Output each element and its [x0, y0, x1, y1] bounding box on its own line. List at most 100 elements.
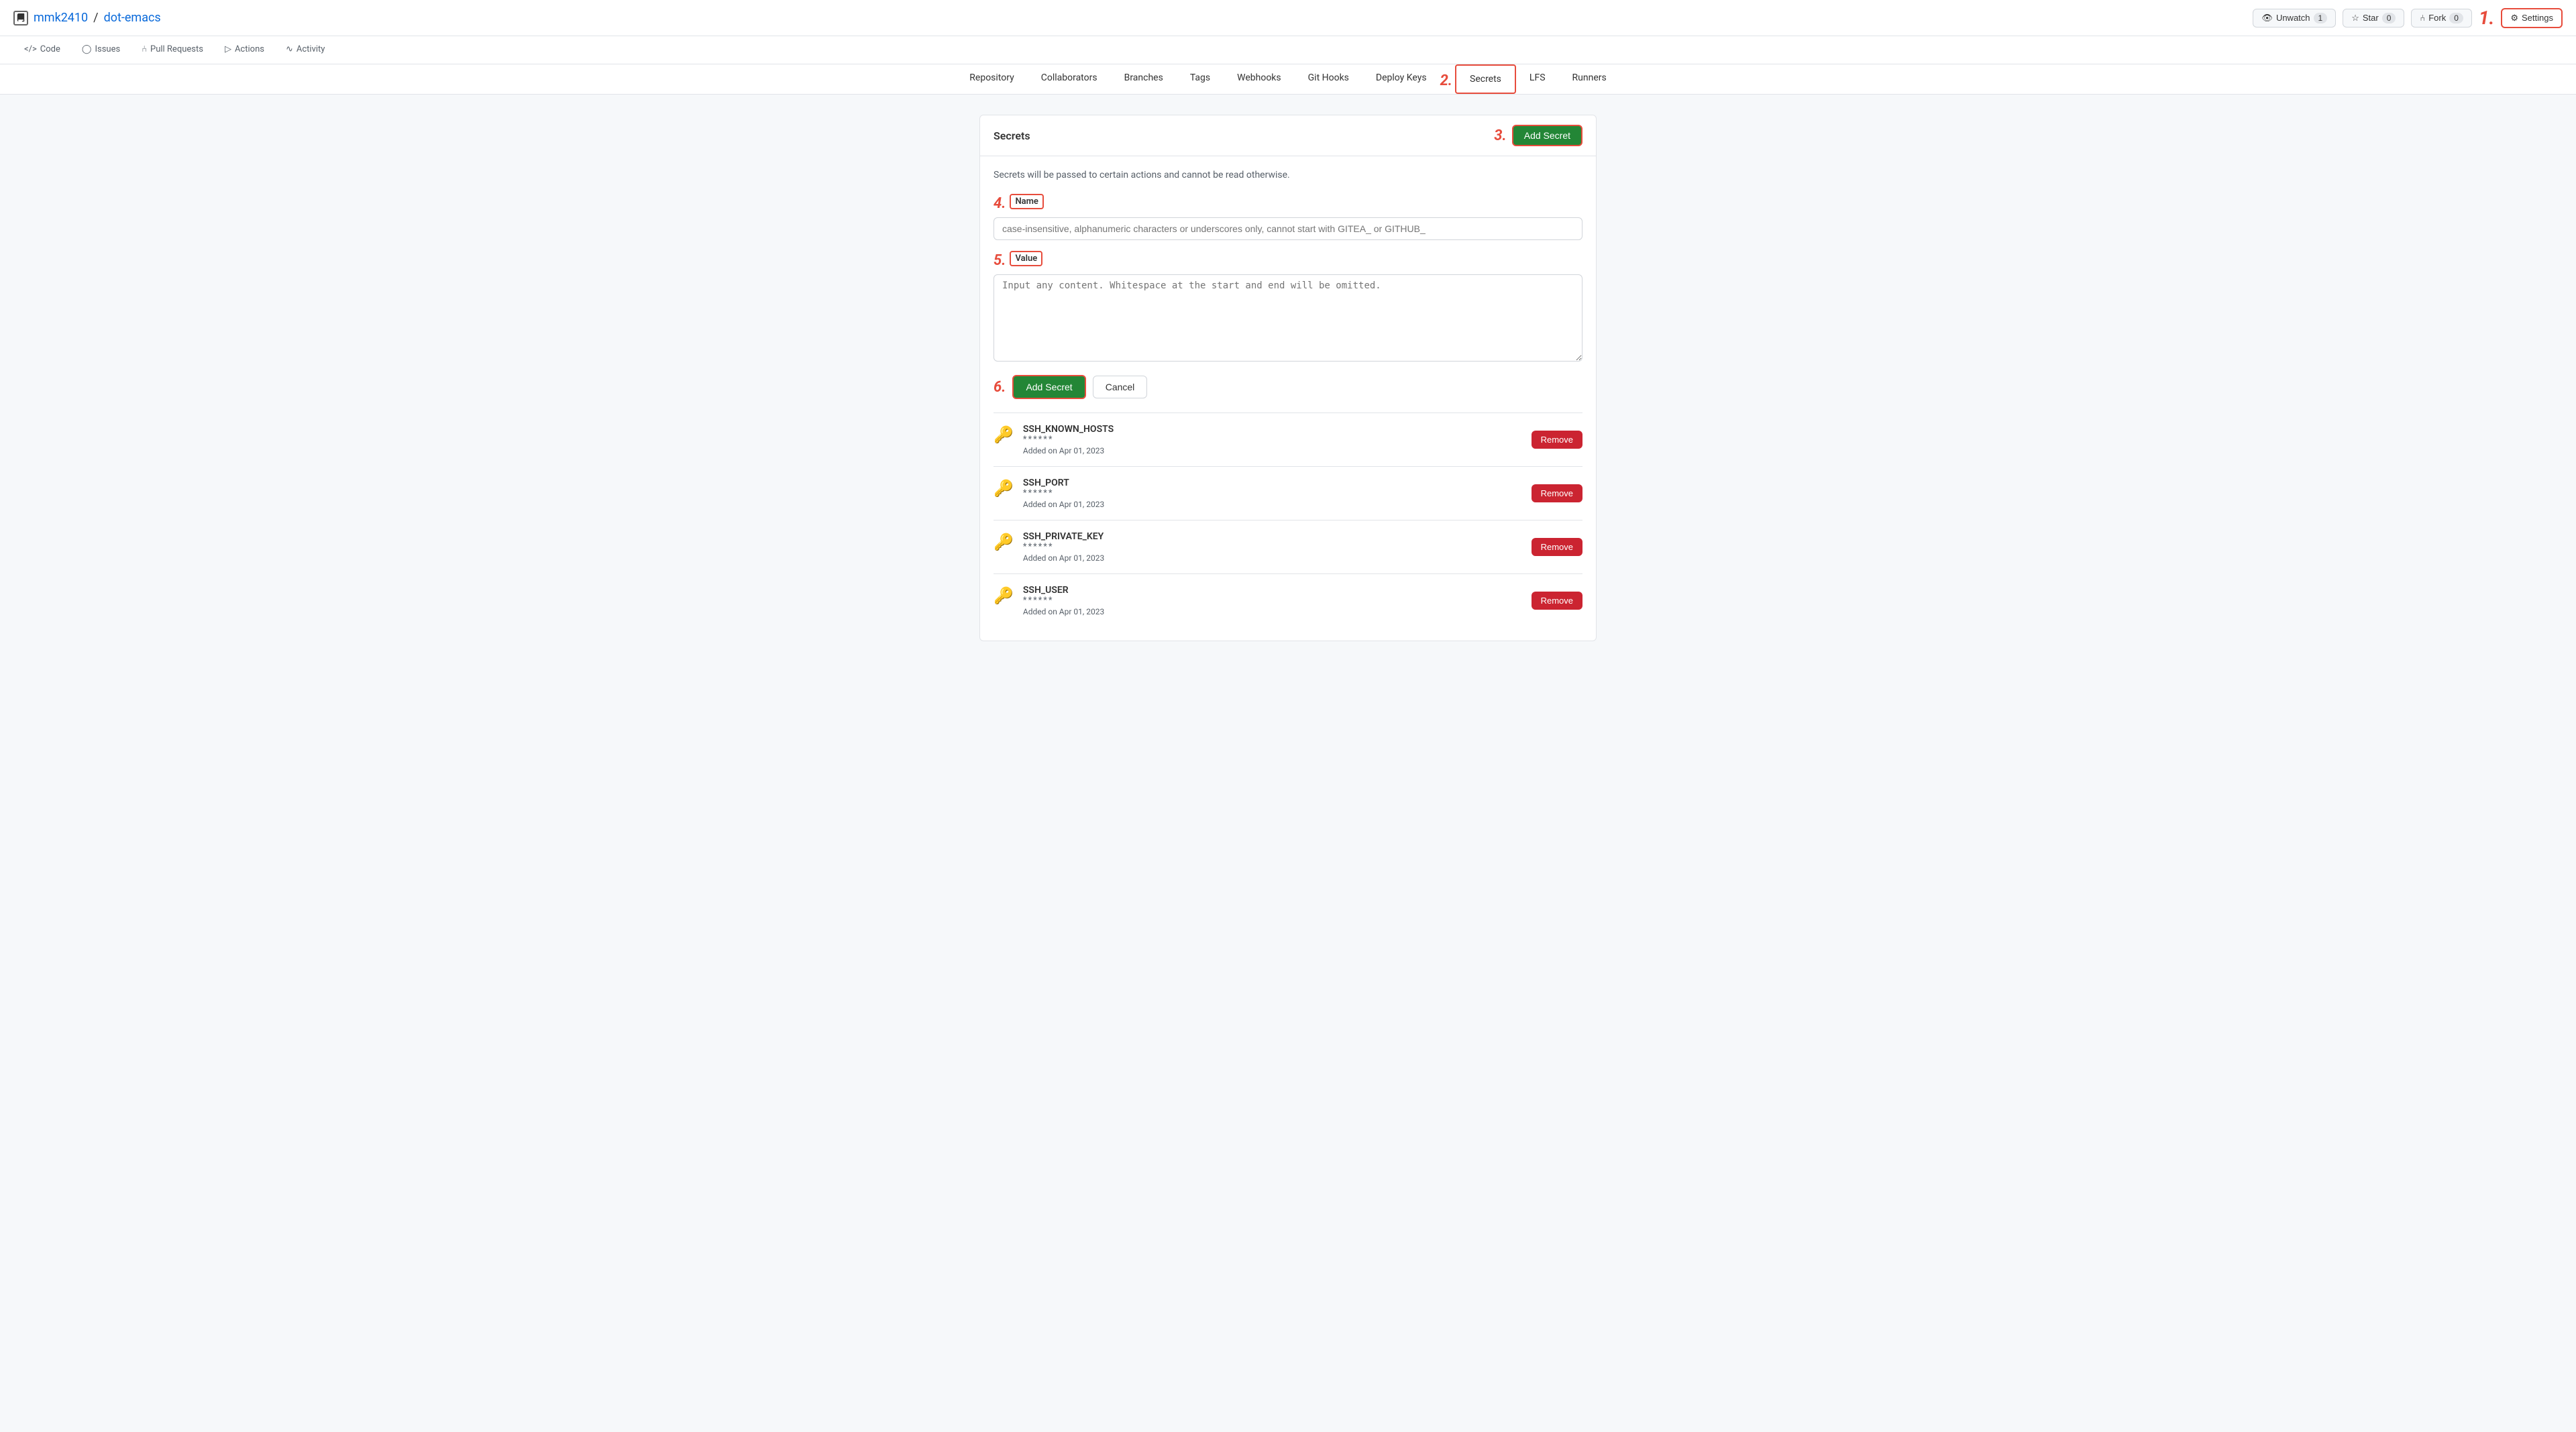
panel-body: Secrets will be passed to certain action…: [980, 156, 1596, 641]
repo-separator: /: [93, 11, 98, 25]
value-label: Value: [1010, 251, 1042, 266]
subnav-repository[interactable]: Repository: [956, 64, 1027, 94]
subnav-git-hooks[interactable]: Git Hooks: [1295, 64, 1362, 94]
annotation-2: 2.: [1440, 64, 1455, 94]
activity-icon: ∿: [286, 44, 293, 54]
tab-pull-requests-label: Pull Requests: [150, 44, 203, 54]
secret-name: SSH_KNOWN_HOSTS: [1023, 424, 1114, 435]
value-form-group: 5. Value: [994, 251, 1582, 364]
secret-name: SSH_PORT: [1023, 478, 1104, 488]
secret-details: SSH_USER ****** Added on Apr 01, 2023: [1023, 585, 1104, 616]
secret-date: Added on Apr 01, 2023: [1023, 446, 1114, 455]
annotation-1: 1.: [2479, 7, 2494, 29]
subnav-branches[interactable]: Branches: [1111, 64, 1177, 94]
main-content: Secrets 3. Add Secret Secrets will be pa…: [966, 115, 1610, 641]
secrets-list: 🔑 SSH_KNOWN_HOSTS ****** Added on Apr 01…: [994, 412, 1582, 627]
secret-date: Added on Apr 01, 2023: [1023, 553, 1104, 563]
name-form-group: 4. Name: [994, 194, 1582, 240]
remove-button-0[interactable]: Remove: [1532, 431, 1582, 449]
unwatch-label: Unwatch: [2276, 13, 2310, 23]
repo-name-link[interactable]: dot-emacs: [104, 11, 161, 25]
remove-button-3[interactable]: Remove: [1532, 592, 1582, 610]
secret-details: SSH_PORT ****** Added on Apr 01, 2023: [1023, 478, 1104, 509]
remove-button-1[interactable]: Remove: [1532, 484, 1582, 502]
star-label: Star: [2363, 13, 2379, 23]
top-actions: 👁 Unwatch 1 ☆ Star 0 ⑃ Fork 0 1. ⚙ Setti…: [2253, 7, 2563, 29]
secret-info: 🔑 SSH_USER ****** Added on Apr 01, 2023: [994, 585, 1104, 616]
tab-activity[interactable]: ∿ Activity: [275, 36, 335, 64]
settings-label: Settings: [2522, 13, 2553, 23]
fork-icon: ⑃: [2420, 13, 2425, 23]
star-count: 0: [2382, 13, 2396, 23]
panel-description: Secrets will be passed to certain action…: [994, 170, 1582, 180]
code-icon: </>: [24, 44, 37, 54]
key-icon: 🔑: [994, 479, 1014, 498]
secret-item: 🔑 SSH_USER ****** Added on Apr 01, 2023 …: [994, 573, 1582, 627]
panel-title: Secrets: [994, 129, 1030, 142]
tab-actions[interactable]: ▷ Actions: [214, 36, 275, 64]
star-icon: ☆: [2351, 13, 2359, 23]
settings-subnav: Repository Collaborators Branches Tags W…: [0, 64, 2576, 95]
cancel-button[interactable]: Cancel: [1093, 376, 1148, 398]
secret-item: 🔑 SSH_PRIVATE_KEY ****** Added on Apr 01…: [994, 520, 1582, 573]
tab-issues-label: Issues: [95, 44, 120, 54]
top-bar: mmk2410 / dot-emacs 👁 Unwatch 1 ☆ Star 0…: [0, 0, 2576, 36]
subnav-webhooks[interactable]: Webhooks: [1224, 64, 1295, 94]
secret-mask: ******: [1023, 435, 1114, 445]
fork-label: Fork: [2428, 13, 2446, 23]
value-textarea[interactable]: [994, 274, 1582, 362]
tab-issues[interactable]: ◯ Issues: [71, 36, 131, 64]
repo-icon: [13, 11, 28, 25]
subnav-collaborators[interactable]: Collaborators: [1028, 64, 1111, 94]
tab-actions-label: Actions: [235, 44, 264, 54]
secrets-panel: Secrets 3. Add Secret Secrets will be pa…: [979, 115, 1597, 641]
form-buttons: 6. Add Secret Cancel: [994, 375, 1582, 399]
annotation-6: 6.: [994, 379, 1006, 396]
subnav-tags[interactable]: Tags: [1177, 64, 1224, 94]
key-icon: 🔑: [994, 425, 1014, 444]
actions-icon: ▷: [225, 44, 231, 54]
key-icon: 🔑: [994, 586, 1014, 605]
fork-button[interactable]: ⑃ Fork 0: [2411, 9, 2472, 27]
tab-code-label: Code: [40, 44, 60, 54]
panel-header: Secrets 3. Add Secret: [980, 115, 1596, 156]
tab-pull-requests[interactable]: ⑃ Pull Requests: [131, 36, 214, 64]
gear-icon: ⚙: [2510, 13, 2518, 23]
add-secret-form-button[interactable]: Add Secret: [1012, 375, 1085, 399]
fork-count: 0: [2449, 13, 2463, 23]
name-label: Name: [1010, 194, 1043, 209]
subnav-lfs[interactable]: LFS: [1516, 64, 1559, 94]
key-icon: 🔑: [994, 533, 1014, 551]
nav-tabs: </> Code ◯ Issues ⑃ Pull Requests ▷ Acti…: [0, 36, 2576, 64]
unwatch-count: 1: [2314, 13, 2328, 23]
secret-mask: ******: [1023, 488, 1104, 498]
secret-info: 🔑 SSH_PORT ****** Added on Apr 01, 2023: [994, 478, 1104, 509]
name-input[interactable]: [994, 217, 1582, 240]
annotation-5: 5.: [994, 252, 1006, 269]
secret-details: SSH_PRIVATE_KEY ****** Added on Apr 01, …: [1023, 531, 1104, 563]
tab-code[interactable]: </> Code: [13, 36, 71, 64]
secret-name: SSH_PRIVATE_KEY: [1023, 531, 1104, 542]
eye-icon: 👁: [2261, 13, 2273, 23]
secret-details: SSH_KNOWN_HOSTS ****** Added on Apr 01, …: [1023, 424, 1114, 455]
settings-button[interactable]: ⚙ Settings: [2501, 8, 2563, 28]
unwatch-button[interactable]: 👁 Unwatch 1: [2253, 9, 2336, 27]
secret-date: Added on Apr 01, 2023: [1023, 500, 1104, 509]
secret-mask: ******: [1023, 542, 1104, 552]
repo-owner-link[interactable]: mmk2410: [34, 11, 88, 25]
secret-date: Added on Apr 01, 2023: [1023, 607, 1104, 616]
issues-icon: ◯: [82, 44, 92, 54]
secret-info: 🔑 SSH_PRIVATE_KEY ****** Added on Apr 01…: [994, 531, 1104, 563]
star-button[interactable]: ☆ Star 0: [2343, 9, 2404, 27]
secret-item: 🔑 SSH_PORT ****** Added on Apr 01, 2023 …: [994, 466, 1582, 520]
remove-button-2[interactable]: Remove: [1532, 538, 1582, 556]
annotation-3: 3.: [1494, 127, 1506, 144]
subnav-runners[interactable]: Runners: [1559, 64, 1620, 94]
secret-name: SSH_USER: [1023, 585, 1104, 596]
secret-item: 🔑 SSH_KNOWN_HOSTS ****** Added on Apr 01…: [994, 412, 1582, 466]
subnav-secrets[interactable]: Secrets: [1455, 64, 1516, 94]
subnav-deploy-keys[interactable]: Deploy Keys: [1362, 64, 1440, 94]
repo-title: mmk2410 / dot-emacs: [13, 11, 161, 25]
add-secret-header-button[interactable]: Add Secret: [1512, 125, 1582, 146]
secret-mask: ******: [1023, 596, 1104, 606]
